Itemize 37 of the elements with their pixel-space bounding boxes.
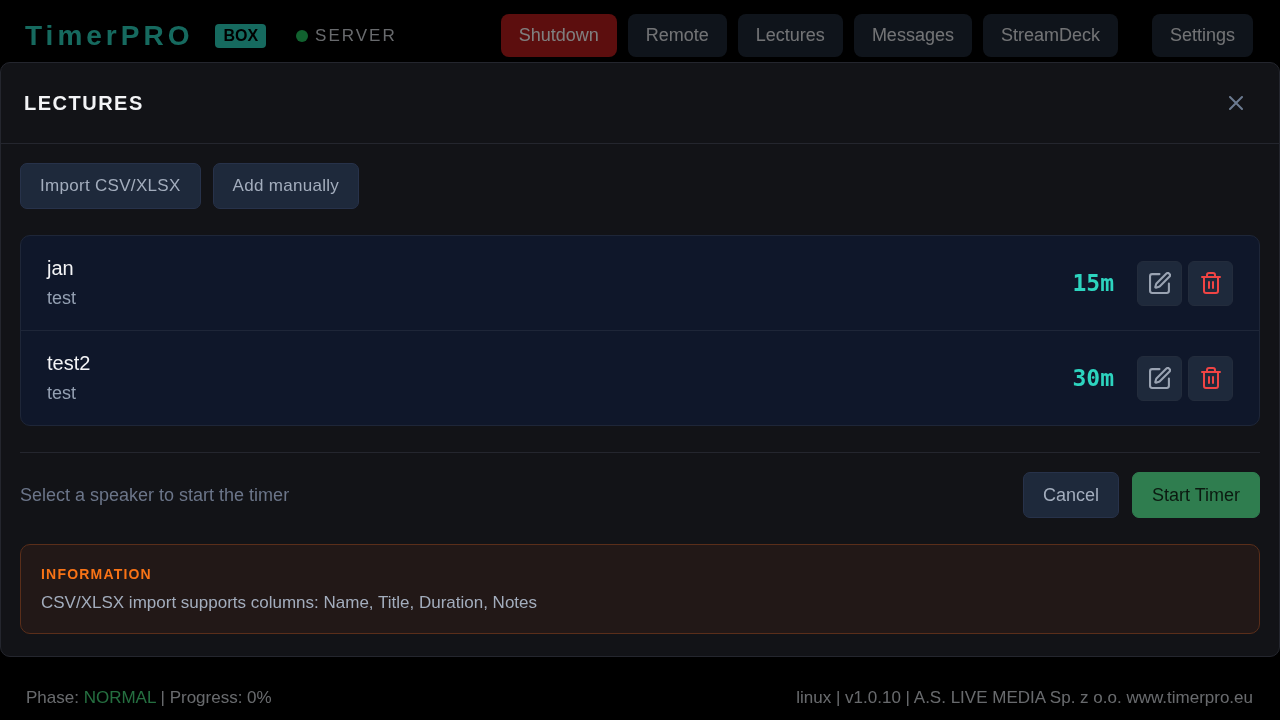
duration-text: 15m <box>1072 270 1114 296</box>
delete-button[interactable] <box>1188 355 1233 401</box>
nav-button[interactable]: StreamDeck <box>982 14 1118 57</box>
nav-button[interactable]: Remote <box>627 14 727 57</box>
lecture-row[interactable]: test2 test 30m <box>21 331 1259 425</box>
lecture-title: test <box>47 288 76 309</box>
app-logo: TimerPRO <box>25 19 194 52</box>
trash-icon <box>1200 272 1221 294</box>
lecture-row[interactable]: jan test 15m <box>21 236 1259 331</box>
hint-text: Select a speaker to start the timer <box>20 484 290 506</box>
nav-button[interactable]: Messages <box>853 14 972 57</box>
toolbar-button[interactable]: Import CSV/XLSX <box>20 163 201 209</box>
dialog-title: LECTURES <box>24 91 144 115</box>
edit-button[interactable] <box>1137 260 1182 306</box>
edition-badge: BOX <box>215 23 267 48</box>
edit-icon <box>1148 367 1171 389</box>
nav-button[interactable]: Lectures <box>737 14 843 57</box>
status-label: SERVER <box>315 25 397 46</box>
close-button[interactable] <box>1229 96 1243 110</box>
phase-status-text: Phase: NORMAL | Progress: 0% <box>26 688 272 708</box>
start-timer-button[interactable]: Start Timer <box>1132 472 1260 518</box>
toolbar-button[interactable]: Add manually <box>212 163 360 209</box>
nav-button[interactable]: Shutdown <box>500 14 617 57</box>
lecture-name: jan <box>47 257 74 280</box>
cancel-button[interactable]: Cancel <box>1022 472 1119 518</box>
lecture-title: test <box>47 383 76 404</box>
lecture-name: test2 <box>47 352 91 375</box>
info-text: CSV/XLSX import supports columns: Name, Title, Duration, Notes <box>41 593 538 613</box>
info-heading: INFORMATION <box>41 566 152 582</box>
edit-button[interactable] <box>1137 355 1182 401</box>
trash-icon <box>1200 367 1221 389</box>
delete-button[interactable] <box>1188 260 1233 306</box>
version-info-text: linux | v1.0.10 | A.S. LIVE MEDIA Sp. z o.o. www.timerpro.eu <box>796 688 1253 708</box>
duration-text: 30m <box>1072 365 1114 391</box>
settings-button[interactable]: Settings <box>1151 14 1253 57</box>
edit-icon <box>1148 272 1171 294</box>
close-icon <box>1229 96 1243 110</box>
